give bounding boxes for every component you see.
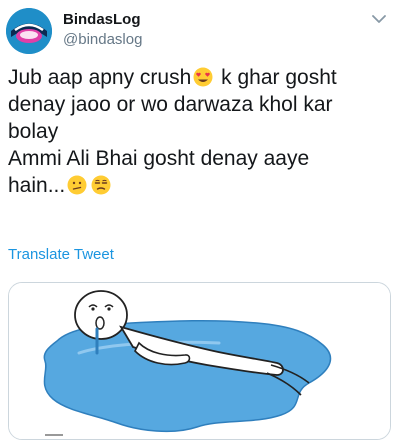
tweet-text-line: denay jaoo or wo darwaza khol kar [8, 93, 333, 116]
unamused-emoji-icon [91, 175, 111, 195]
tweet-text-line: Jub aap apny crush k ghar gosht [8, 64, 393, 91]
avatar[interactable] [6, 8, 52, 54]
tweet-text-line: Ammi Ali Bhai gosht denay aaye [8, 147, 310, 170]
tweet-card: BindasLog @bindaslog Jub aap apny crush … [0, 0, 399, 444]
avatar-logo-icon [6, 8, 52, 54]
lying-in-puddle-illustration [9, 283, 390, 439]
author-block: BindasLog @bindaslog [63, 10, 142, 50]
tweet-text-segment: hain... [8, 174, 66, 197]
translate-tweet-link[interactable]: Translate Tweet [8, 246, 114, 263]
chevron-down-icon[interactable] [370, 12, 388, 26]
tweet-text-segment: k ghar gosht [215, 66, 337, 89]
tweet-media-image[interactable] [8, 282, 391, 440]
tweet-text: Jub aap apny crush k ghar gosht denay ja… [8, 64, 393, 199]
display-name[interactable]: BindasLog [63, 10, 142, 30]
heart-eyes-emoji-icon [193, 67, 213, 87]
tweet-header: BindasLog @bindaslog [0, 0, 399, 62]
tweet-text-line: bolay [8, 120, 59, 143]
confused-emoji-icon [67, 175, 87, 195]
tweet-text-line: hain... [8, 172, 393, 199]
user-handle[interactable]: @bindaslog [63, 30, 142, 50]
tweet-text-segment: Jub aap apny crush [8, 66, 192, 89]
